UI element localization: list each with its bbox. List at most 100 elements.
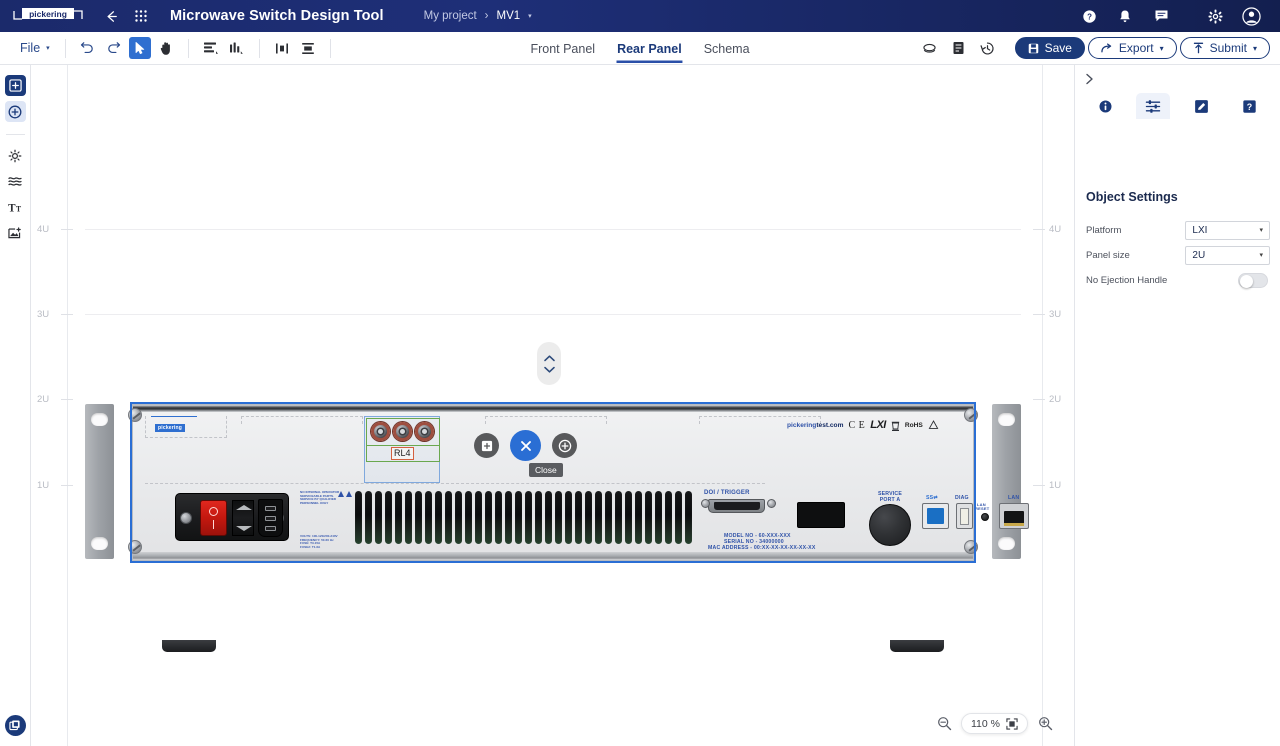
module-rl4[interactable]: RL4 (364, 416, 440, 483)
tab-object-settings[interactable] (1136, 93, 1171, 119)
platform-select[interactable]: LXI ▾ (1185, 220, 1270, 240)
switch-off-mark (209, 507, 218, 516)
chat-icon[interactable] (1146, 1, 1176, 31)
help-icon[interactable]: ? (1074, 1, 1104, 31)
chevron-up-icon[interactable] (543, 354, 556, 363)
branding-row: pickeringtest.com C E LXI RoHS (787, 419, 939, 431)
add-panel-button[interactable] (474, 433, 499, 458)
usb3-label: SS⇄ (926, 495, 938, 501)
text-tool-button[interactable]: T T (5, 197, 26, 218)
bell-icon[interactable] (1110, 1, 1140, 31)
led-tool-button[interactable] (5, 145, 26, 166)
wave-tool-button[interactable] (5, 171, 26, 192)
ruler-label-4u-right: 4U (1049, 224, 1062, 235)
submit-button[interactable]: Submit ▾ (1179, 37, 1270, 59)
apps-grid-icon[interactable] (126, 1, 156, 31)
toolbar-divider (187, 38, 189, 58)
hand-icon[interactable] (155, 37, 177, 59)
align-icon[interactable] (200, 37, 222, 59)
export-caret: ▾ (1159, 43, 1164, 53)
pickering-logo: pickering (0, 6, 96, 26)
sma-connector[interactable] (415, 422, 434, 441)
tab-help[interactable]: ? (1233, 93, 1267, 119)
design-canvas[interactable]: 4U 4U 3U 3U 2U 2U 1U 1U pickering RL4 NO… (31, 65, 1074, 746)
platform-value: LXI (1192, 224, 1208, 236)
back-arrow-icon[interactable] (96, 1, 126, 31)
save-button[interactable]: Save (1014, 37, 1085, 59)
field-platform: Platform LXI ▾ (1086, 220, 1270, 240)
ruler-tick (1033, 399, 1045, 400)
notes-icon[interactable] (948, 37, 970, 59)
zoom-in-icon[interactable] (1035, 714, 1055, 734)
plus-circle-icon (558, 439, 571, 452)
module-label[interactable]: RL4 (391, 447, 414, 460)
chevron-down-icon[interactable] (543, 365, 556, 374)
file-menu-button[interactable]: File ▾ (14, 38, 56, 58)
tab-info[interactable] (1088, 93, 1122, 119)
warning-label: NO INTERNAL OPERATOR SERVICEABLE PARTS. … (300, 490, 339, 505)
module-logo: pickering (155, 424, 186, 432)
align-center-vertical-icon[interactable] (297, 37, 319, 59)
breadcrumb-caret[interactable]: ▾ (528, 12, 532, 20)
vertical-scroller[interactable] (537, 342, 561, 385)
module-blank-plate (797, 502, 845, 528)
breadcrumb-item[interactable]: MV1 (497, 10, 521, 22)
panel-size-select[interactable]: 2U ▾ (1185, 245, 1270, 265)
fuse-drawer[interactable] (232, 500, 254, 536)
submit-icon (1193, 42, 1203, 54)
tab-rear-panel[interactable]: Rear Panel (616, 34, 683, 63)
ventilation-slots (355, 491, 692, 544)
ruler-tick (61, 399, 73, 400)
close-button[interactable] (510, 430, 541, 461)
image-tool-button[interactable] (5, 223, 26, 244)
usb-type-b-port (922, 503, 949, 529)
save-icon (1028, 43, 1038, 53)
file-menu-caret: ▾ (46, 45, 50, 52)
undo-icon[interactable] (77, 37, 99, 59)
add-circle-button[interactable] (552, 433, 577, 458)
sma-connector[interactable] (393, 422, 412, 441)
attachment-icon[interactable] (919, 37, 941, 59)
chevron-right-icon[interactable] (1081, 71, 1097, 87)
tab-front-panel[interactable]: Front Panel (529, 34, 596, 63)
lan-reset-button[interactable] (981, 513, 989, 521)
left-toolbar-rail: T T (0, 65, 31, 746)
waves-icon (8, 177, 22, 186)
breadcrumb-project[interactable]: My project (424, 10, 477, 22)
rohs-label: RoHS (904, 421, 923, 429)
power-switch[interactable] (200, 500, 227, 536)
ruler-tick (1033, 485, 1045, 486)
plus-circle-icon (8, 105, 22, 118)
info-icon (1099, 100, 1112, 112)
service-port-a (869, 504, 911, 546)
chassis-screw (964, 408, 978, 422)
add-module-button[interactable] (4, 75, 26, 96)
zoom-out-icon[interactable] (934, 714, 954, 734)
main-toolbar: File ▾ Front Panel Rear Panel Schema Sav… (0, 32, 1280, 65)
weee-bin-icon (891, 421, 900, 431)
gear-icon[interactable] (1200, 1, 1230, 31)
lan-rj45-port (999, 503, 1029, 529)
history-icon[interactable] (977, 37, 999, 59)
avatar-icon[interactable] (1236, 1, 1266, 31)
add-connector-button[interactable] (4, 101, 26, 122)
distribute-icon[interactable] (226, 37, 248, 59)
layers-library-icon[interactable] (5, 715, 26, 736)
panel-tabs: Front Panel Rear Panel Schema (529, 32, 750, 65)
panel-title: Object Settings (1086, 190, 1178, 204)
rack-ear-right (992, 404, 1021, 559)
cursor-icon[interactable] (128, 37, 151, 59)
align-center-horizontal-icon[interactable] (271, 37, 293, 59)
export-icon (1101, 42, 1112, 52)
ruler-tick (61, 485, 73, 486)
tab-edit[interactable] (1185, 93, 1219, 119)
sma-connector[interactable] (371, 422, 390, 441)
dsub-connector (708, 499, 765, 513)
export-button[interactable]: Export ▾ (1087, 37, 1177, 59)
redo-icon[interactable] (103, 37, 125, 59)
add-image-icon (8, 227, 21, 239)
tab-schema[interactable]: Schema (703, 34, 751, 63)
zoom-level-control[interactable]: 110 % (961, 713, 1028, 734)
no-ejection-handle-toggle[interactable] (1238, 272, 1268, 288)
toolbar-divider (64, 38, 66, 58)
